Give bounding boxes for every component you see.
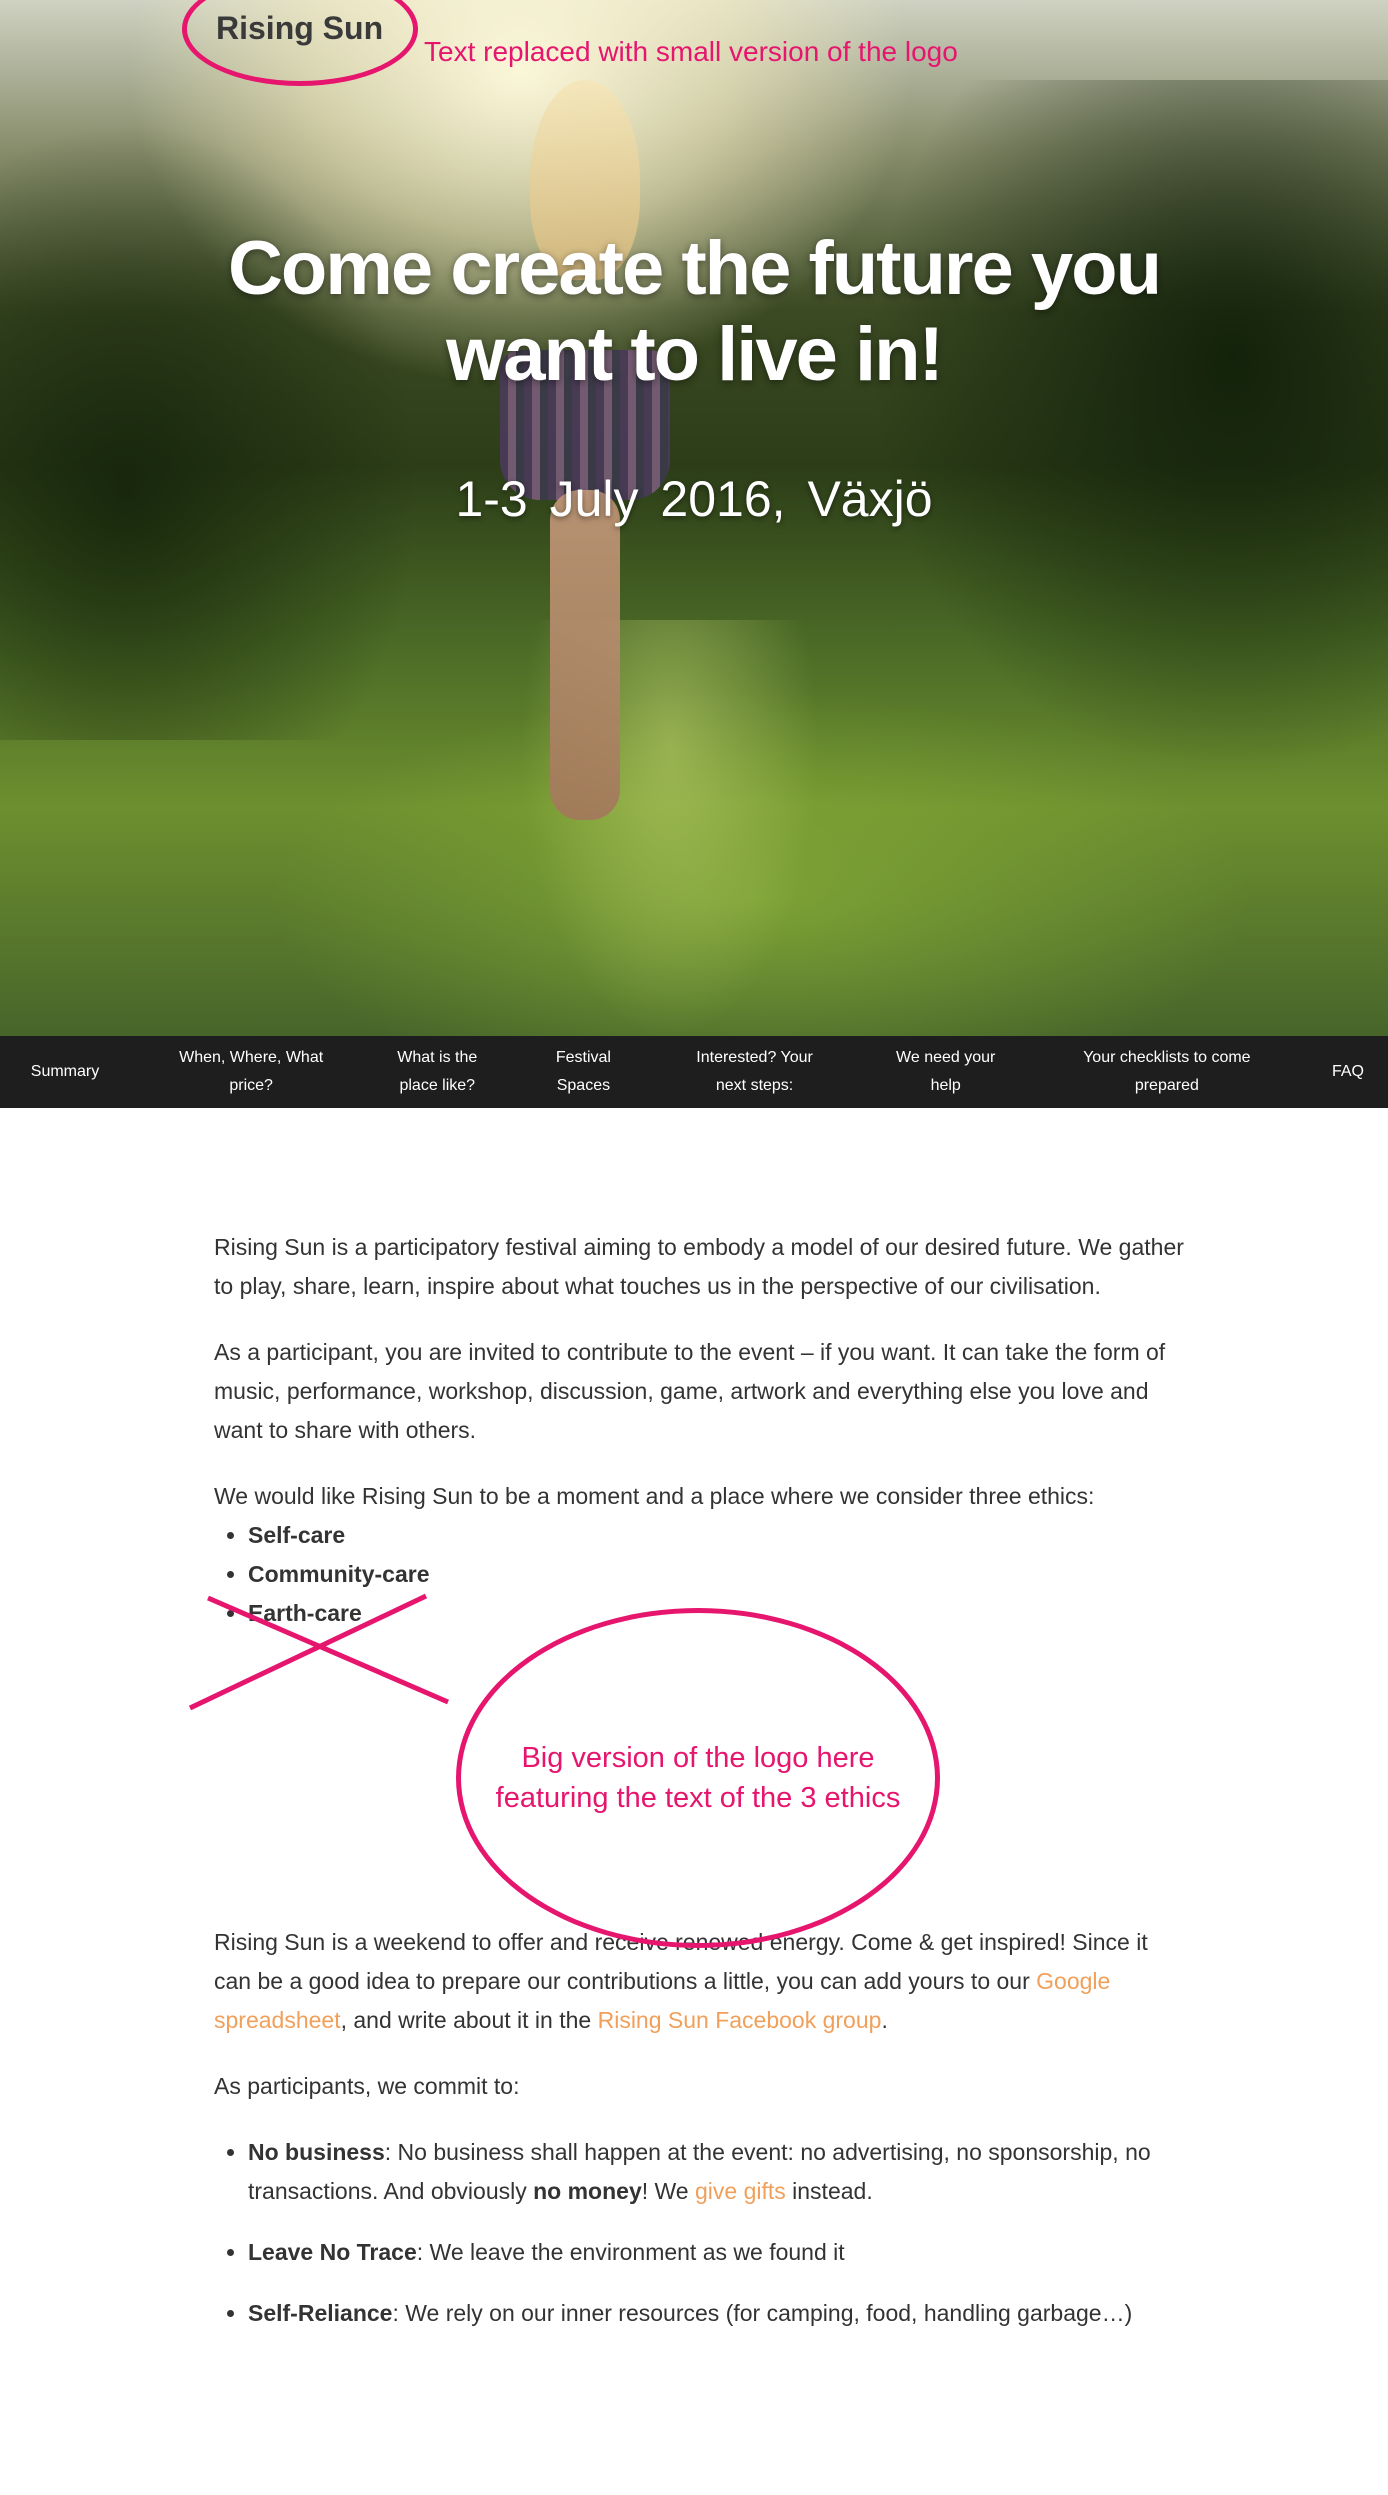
nav-label: We need your [896,1049,996,1066]
hero-background-trees-right [868,80,1388,780]
nav-label: prepared [1134,1077,1199,1094]
list-item: Community-care [248,1555,1184,1594]
figure-legs [550,490,620,820]
commit-title: Leave No Trace [248,2239,417,2265]
weekend-text: . [881,2007,888,2033]
annotation-cross-out [188,1593,449,1710]
commit-text: ! We [641,2178,695,2204]
nav-item-summary[interactable]: Summary [10,1058,120,1086]
nav-item-when-where-price[interactable]: When, Where, What price? [161,1044,341,1100]
annotation-ellipse-text: featuring the text of the 3 ethics [495,1782,901,1814]
annotation-ellipse-text: Big version of the logo here [521,1742,875,1774]
participant-paragraph: As a participant, you are invited to con… [214,1339,1166,1443]
hero-date: 1-3 July 2016, Växjö [455,471,933,527]
hero-banner: Rising Sun Text replaced with small vers… [0,0,1388,1036]
nav-item-checklists[interactable]: Your checklists to come prepared [1057,1044,1277,1100]
ethics-intro-text: We would like Rising Sun to be a moment … [214,1483,1095,1509]
nav-label: help [930,1077,961,1094]
annotation-cross-line [188,1593,428,1710]
nav-label: place like? [399,1077,476,1094]
facebook-group-link[interactable]: Rising Sun Facebook group [598,2007,882,2033]
give-gifts-link[interactable]: give gifts [695,2178,786,2204]
nav-label: Festival [555,1049,611,1066]
hero-background-trees-left [0,120,420,740]
commit-emphasis: no money [533,2178,642,2204]
nav-label: Your checklists to come [1083,1049,1251,1066]
commit-text: : We rely on our inner resources (for ca… [392,2300,1133,2326]
nav-item-next-steps[interactable]: Interested? Your next steps: [675,1044,835,1100]
commit-intro: As participants, we commit to: [214,2073,520,2099]
hero-running-woman-image [490,80,670,820]
list-item: Self-care [248,1516,1184,1555]
annotation-logo-ellipse: Big version of the logo here featuring t… [456,1608,940,1948]
ethics-intro-paragraph: We would like Rising Sun to be a moment … [214,1477,1184,1516]
annotation-cross-line [207,1595,449,1705]
weekend-text: , and write about it in the [340,2007,598,2033]
list-item: Self-Reliance: We rely on our inner reso… [248,2294,1184,2333]
main-navigation: Summary When, Where, What price? What is… [0,1036,1388,1108]
nav-label: FAQ [1331,1063,1364,1080]
intro-paragraph: Rising Sun is a participatory festival a… [214,1234,1184,1299]
hero-title-line1: Come create the future you [228,226,1162,311]
nav-item-place[interactable]: What is the place like? [382,1044,492,1100]
commit-title: No business [248,2139,385,2165]
nav-label: Interested? Your [696,1049,813,1066]
nav-label: next steps: [715,1077,794,1094]
hero-title: Come create the future you want to live … [0,226,1388,398]
nav-label: Summary [30,1063,100,1080]
nav-label: When, Where, What [179,1049,324,1066]
nav-item-help[interactable]: We need your help [876,1044,1016,1100]
commit-text: : We leave the environment as we found i… [416,2239,845,2265]
annotation-logo-note: Text replaced with small version of the … [424,36,958,67]
nav-label: What is the [397,1049,478,1066]
list-item: Leave No Trace: We leave the environment… [248,2233,1184,2272]
nav-item-festival-spaces[interactable]: Festival Spaces [533,1044,633,1100]
nav-item-faq[interactable]: FAQ [1318,1058,1378,1086]
nav-label: Spaces [556,1077,611,1094]
site-logo[interactable]: Rising Sun [216,10,383,47]
hero-title-line2: want to live in! [446,312,944,397]
nav-label: price? [229,1077,273,1094]
commitments-list: No business: No business shall happen at… [214,2133,1184,2333]
list-item: No business: No business shall happen at… [248,2133,1184,2211]
commit-text: instead. [785,2178,873,2204]
commit-title: Self-Reliance [248,2300,393,2326]
